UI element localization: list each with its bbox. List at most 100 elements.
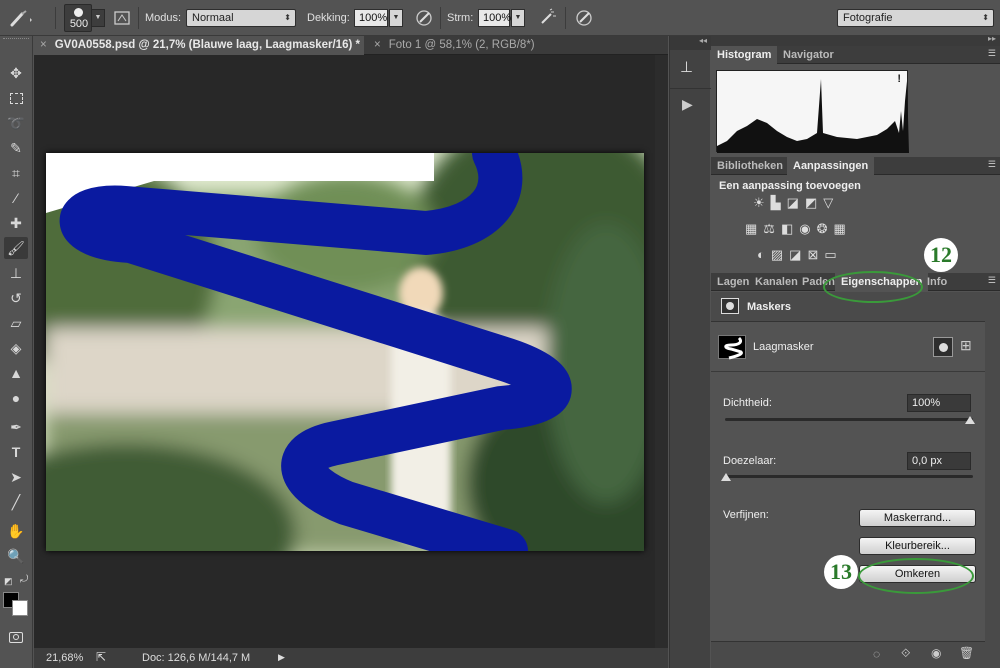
zoom-level[interactable]: 21,68% — [46, 652, 83, 664]
tool-presets-icon[interactable]: ⊥ — [680, 58, 700, 78]
panel-menu-icon[interactable]: ☰ — [988, 275, 996, 286]
invert-icon[interactable]: ◐ — [757, 247, 765, 263]
dodge-tool-icon[interactable]: ● — [4, 387, 28, 409]
color-range-button[interactable]: Kleurbereik... — [859, 537, 976, 555]
density-slider[interactable] — [725, 418, 973, 421]
tab-navigator[interactable]: Navigator — [777, 46, 840, 64]
brush-tool-icon[interactable]: 🖌 — [4, 237, 28, 259]
brightness-icon[interactable]: ☀ — [753, 195, 765, 211]
swap-colors-icon[interactable]: ⤾ — [20, 574, 28, 585]
photo-filter-icon[interactable]: ◉ — [799, 221, 810, 237]
modus-select[interactable]: Normaal ⬍ — [186, 9, 296, 27]
mask-thumbnail[interactable] — [718, 335, 746, 360]
quick-selection-tool-icon[interactable]: ✎ — [4, 137, 28, 159]
density-input[interactable]: 100% — [907, 394, 971, 412]
strm-input[interactable]: 100% — [478, 9, 511, 27]
default-colors-icon[interactable]: ◩ — [4, 576, 13, 587]
blur-tool-icon[interactable]: ▲ — [4, 362, 28, 384]
tab-document-1[interactable]: × GV0A0558.psd @ 21,7% (Blauwe laag, Laag… — [34, 36, 364, 55]
panel-menu-icon[interactable]: ☰ — [988, 48, 996, 59]
posterize-icon[interactable]: ▨ — [771, 247, 783, 263]
type-tool-icon[interactable]: T — [4, 441, 28, 463]
vector-mask-icon[interactable]: ⊞ — [960, 337, 972, 354]
hue-saturation-icon[interactable]: ▦ — [745, 221, 757, 237]
brush-tool-icon[interactable] — [8, 0, 34, 36]
status-menu-arrow-icon[interactable]: ▶ — [278, 652, 285, 663]
adjustments-heading: Een aanpassing toevoegen — [719, 180, 861, 192]
gradient-map-icon[interactable]: ▭ — [824, 247, 836, 263]
visibility-icon[interactable]: ◉ — [931, 646, 941, 660]
black-white-icon[interactable]: ◧ — [781, 221, 793, 237]
clone-stamp-tool-icon[interactable]: ⊥ — [4, 262, 28, 284]
quick-mask-icon[interactable] — [4, 626, 28, 648]
tab-histogram[interactable]: Histogram — [711, 46, 778, 64]
feather-input[interactable]: 0,0 px — [907, 452, 971, 470]
actions-play-icon[interactable]: ▶ — [682, 96, 693, 113]
status-bar: 21,68% ⇱ Doc: 126,6 M/144,7 M ▶ — [34, 648, 668, 668]
curves-icon[interactable]: ◪ — [787, 195, 799, 211]
line-tool-icon[interactable]: ╱ — [4, 491, 28, 513]
dekking-input[interactable]: 100% — [354, 9, 388, 27]
dekking-dropdown-icon[interactable]: ▼ — [389, 9, 403, 27]
threshold-icon[interactable]: ◪ — [789, 247, 801, 263]
hand-tool-icon[interactable]: ✋ — [4, 520, 28, 542]
mask-name: Laagmasker — [753, 341, 814, 353]
apply-mask-icon[interactable]: ⟐ — [901, 646, 910, 661]
healing-brush-tool-icon[interactable]: ✚ — [4, 212, 28, 234]
feather-slider[interactable] — [725, 475, 973, 478]
color-lookup-icon[interactable]: ▦ — [834, 221, 846, 237]
history-brush-tool-icon[interactable]: ↺ — [4, 287, 28, 309]
pixel-mask-icon[interactable] — [933, 337, 953, 357]
lasso-tool-icon[interactable]: ➰ — [4, 112, 28, 134]
tab-info[interactable]: Info — [921, 273, 953, 291]
feather-slider-thumb[interactable] — [721, 473, 731, 481]
trash-icon[interactable]: 🗑 — [959, 646, 974, 660]
tab-close-icon[interactable]: × — [40, 39, 47, 51]
levels-icon[interactable]: ▙ — [771, 195, 781, 211]
collapse-panels-icon[interactable]: ▸▸ — [988, 34, 996, 43]
refine-label: Verfijnen: — [723, 509, 769, 521]
feather-label: Doezelaar: — [723, 455, 777, 467]
load-selection-icon[interactable]: ◌ — [873, 647, 880, 661]
zoom-tool-icon[interactable]: 🔍 — [4, 545, 28, 567]
tab-document-2[interactable]: × Foto 1 @ 58,1% (2, RGB/8*) — [368, 36, 668, 55]
exposure-icon[interactable]: ◩ — [805, 195, 817, 211]
move-tool-icon[interactable]: ✥ — [4, 62, 28, 84]
mask-edge-button[interactable]: Maskerrand... — [859, 509, 976, 527]
eyedropper-tool-icon[interactable]: ⁄ — [4, 187, 28, 209]
collapse-icon[interactable]: ◂◂ — [670, 36, 711, 50]
share-icon[interactable]: ⇱ — [96, 650, 106, 664]
workspace-select[interactable]: Fotografie ⬍ — [837, 9, 994, 27]
brush-size-picker[interactable]: 500 — [64, 4, 92, 32]
density-slider-thumb[interactable] — [965, 416, 975, 424]
path-selection-tool-icon[interactable]: ➤ — [4, 466, 28, 488]
pen-tool-icon[interactable]: ✒ — [4, 416, 28, 438]
tab-aanpassingen[interactable]: Aanpassingen — [787, 157, 875, 175]
background-color-swatch[interactable] — [12, 600, 28, 616]
properties-scrollbar[interactable] — [985, 321, 1000, 668]
marquee-tool-icon[interactable] — [4, 87, 28, 109]
channel-mixer-icon[interactable]: ❂ — [817, 221, 828, 237]
crop-tool-icon[interactable]: ⌗ — [4, 162, 28, 184]
vibrance-icon[interactable]: ▽ — [823, 195, 833, 211]
eraser-tool-icon[interactable]: ▱ — [4, 312, 28, 334]
pressure-size-icon[interactable] — [574, 0, 594, 36]
strm-dropdown-icon[interactable]: ▼ — [511, 9, 525, 27]
vertical-scrollbar[interactable] — [655, 55, 668, 648]
panel-menu-icon[interactable]: ☰ — [988, 159, 996, 170]
brush-panel-icon[interactable] — [113, 0, 131, 36]
tab-bibliotheken[interactable]: Bibliotheken — [711, 157, 789, 175]
selective-color-icon[interactable]: ⊠ — [807, 247, 818, 263]
warning-icon[interactable]: ! — [897, 73, 901, 85]
paint-bucket-tool-icon[interactable]: ◈ — [4, 337, 28, 359]
image-canvas[interactable] — [46, 153, 644, 551]
masks-title: Maskers — [747, 301, 792, 313]
pressure-opacity-icon[interactable] — [414, 0, 434, 36]
panel-grip[interactable] — [3, 38, 29, 41]
airbrush-icon[interactable] — [538, 0, 558, 36]
density-label: Dichtheid: — [723, 397, 772, 409]
color-balance-icon[interactable]: ⚖ — [763, 221, 775, 237]
brush-dropdown-icon[interactable]: ▼ — [91, 9, 105, 27]
strm-label: Strm: — [447, 12, 474, 24]
tab-close-icon[interactable]: × — [374, 39, 381, 51]
